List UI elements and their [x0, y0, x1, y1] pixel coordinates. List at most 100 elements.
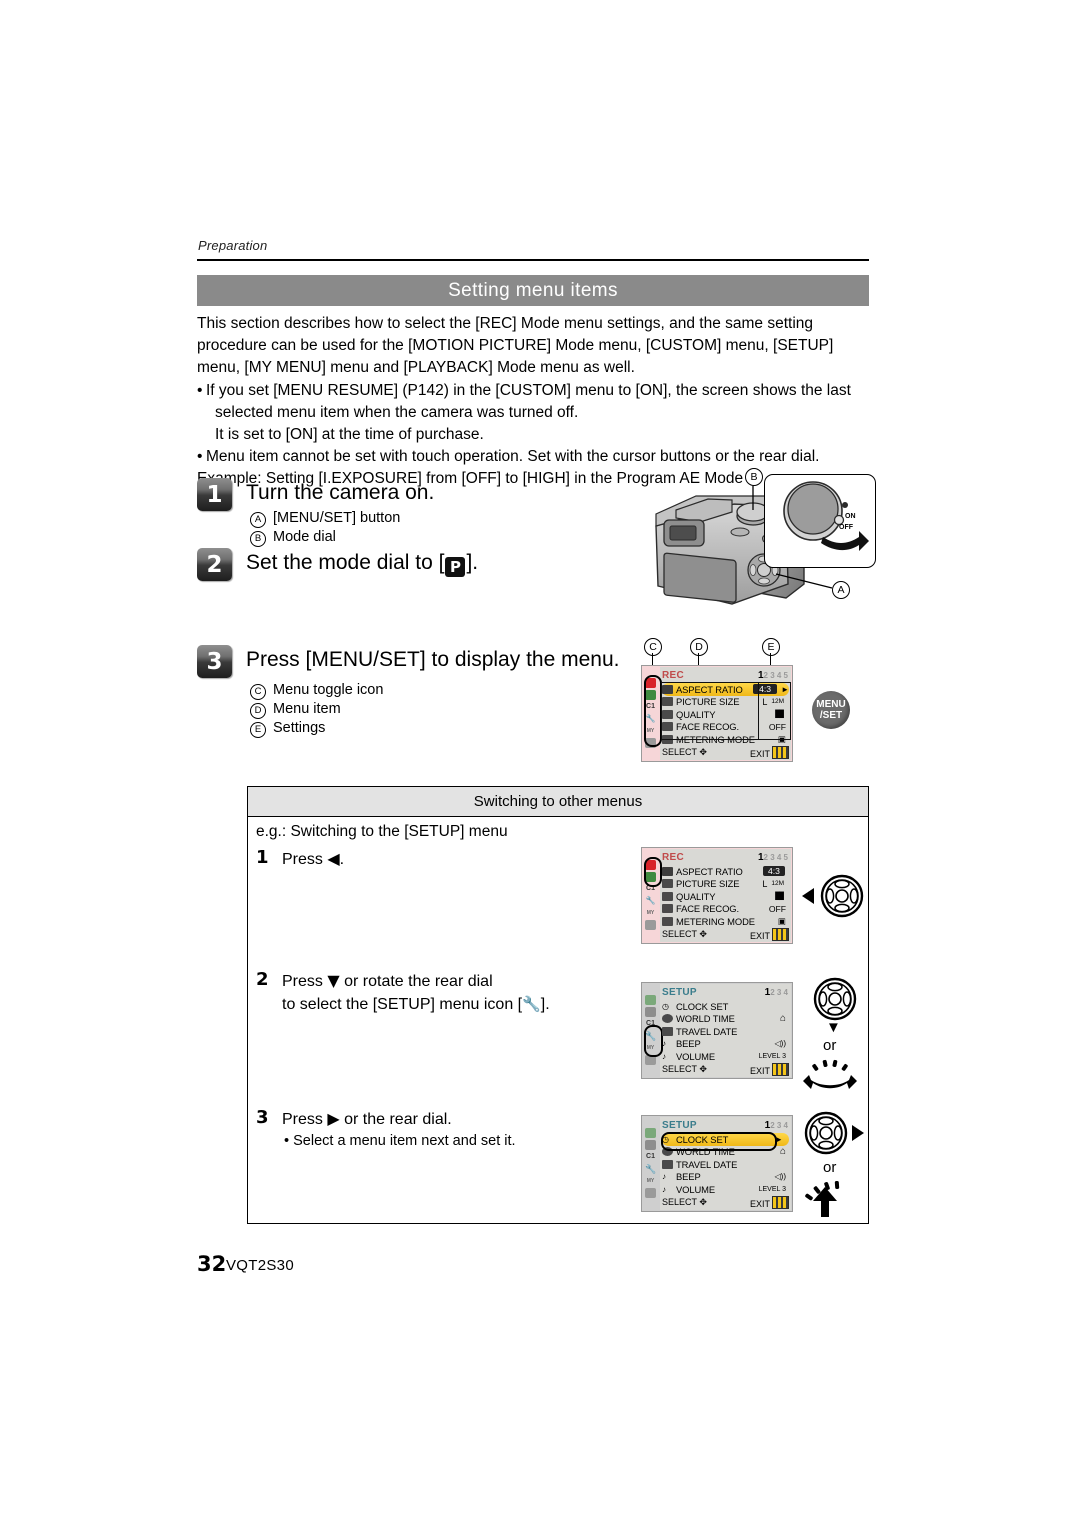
- menu-row-volume[interactable]: ♪ VOLUME LEVEL 3: [662, 1183, 789, 1196]
- right-arrow-icon: [852, 1125, 864, 1141]
- menu-row-quality[interactable]: QUALITY ██: [662, 890, 789, 903]
- box-step-3-text-before: Press: [282, 1111, 328, 1128]
- circle-letter-c-icon: C: [250, 684, 266, 700]
- exit-button-icon: [772, 1063, 789, 1076]
- exit-button-icon: [772, 928, 789, 941]
- menu-row-clock-set[interactable]: ◷ CLOCK SET: [662, 1000, 789, 1013]
- menu-row-label: QUALITY: [676, 890, 716, 902]
- screenshot-rec-after-left: C1 🔧 MY REC 12 3 4 5 ASPECT RATIO 4:3 PI…: [641, 847, 793, 944]
- box-step-2-line2-after: ].: [540, 996, 550, 1013]
- settings-divider: [758, 683, 760, 739]
- setup-wrench-icon: 🔧: [645, 1164, 657, 1174]
- select-label: SELECT: [662, 1064, 697, 1074]
- aspect-ratio-icon: [662, 866, 673, 876]
- beep-icon: ♪: [662, 1039, 666, 1049]
- bullet-1-line-3: It is set to [ON] at the time of purchas…: [215, 426, 484, 444]
- page-number: 32: [197, 1252, 227, 1276]
- page-rest: 2 3 4 5: [763, 671, 788, 680]
- menu-row-value-secondary: 12M: [771, 880, 784, 888]
- intro-block: This section describes how to select the…: [197, 313, 877, 491]
- menu-row-travel-date[interactable]: TRAVEL DATE: [662, 1158, 789, 1171]
- page-rest: 2 3 4: [770, 1121, 788, 1130]
- camera-callout-b: B: [745, 467, 763, 486]
- example-intro: e.g.: Switching to the [SETUP] menu: [256, 823, 508, 840]
- manual-page: Preparation Setting menu items This sect…: [0, 0, 1080, 1526]
- my-menu-icon: MY: [646, 1178, 655, 1184]
- menu-row-aspect-ratio[interactable]: ASPECT RATIO 4:3: [662, 865, 789, 878]
- box-step-1-text-after: .: [339, 851, 345, 868]
- rec-icon-highlight-oval: [644, 857, 662, 887]
- setup-icon-highlight-oval: [644, 1025, 663, 1057]
- bullet-dot: •: [197, 381, 203, 399]
- callout-d-label: Menu item: [273, 701, 341, 717]
- volume-icon: ♪: [662, 1051, 666, 1061]
- section-title: Setting menu items: [448, 279, 618, 301]
- menu-row-value: ◁)): [774, 1172, 786, 1182]
- chevron-right-icon: ►: [775, 1135, 783, 1144]
- menu-row-label: BEEP: [676, 1171, 701, 1183]
- rec-menu-footer: SELECT ✥ EXIT: [662, 746, 789, 759]
- power-on-label: ON: [845, 513, 856, 520]
- menu-row-label: WORLD TIME: [676, 1013, 735, 1025]
- callout-c-label: Menu toggle icon: [273, 682, 384, 698]
- clock-set-highlight-oval: [661, 1132, 777, 1151]
- menu-row-volume[interactable]: ♪ VOLUME LEVEL 3: [662, 1050, 789, 1063]
- exit-button-icon: [772, 1196, 789, 1209]
- box-step-1: 1 Press ◀.: [256, 847, 344, 871]
- box-step-3-text: Press ▶ or the rear dial.: [282, 1107, 516, 1131]
- screenshot-setup-selected: C1 🔧 MY SETUP 12 3 4 ◷ CLOCK SET WORLD T…: [641, 982, 793, 1079]
- menu-row-metering-mode[interactable]: METERING MODE ▣: [662, 915, 789, 928]
- select-label: SELECT: [662, 747, 697, 757]
- exit-label: EXIT: [749, 1066, 770, 1076]
- bullet-dot: •: [197, 448, 203, 466]
- dpad-small-icon: ✥: [699, 1064, 707, 1074]
- step-2: 2 Set the mode dial to [P].: [197, 548, 478, 581]
- callout-item-b: B Mode dial: [250, 528, 400, 547]
- rec-mode-icon: [645, 995, 656, 1005]
- page-rest: 2 3 4: [770, 988, 788, 997]
- circle-letter-a-icon: A: [832, 581, 850, 599]
- menu-row-label: BEEP: [676, 1038, 701, 1050]
- box-step-2-line2-before: to select the [SETUP] menu icon [: [282, 996, 523, 1013]
- exit-label: EXIT: [749, 931, 770, 941]
- step-3-callout-list: C Menu toggle icon D Menu item E Setting…: [250, 681, 383, 738]
- exit-button-icon: [772, 746, 789, 759]
- menu-title: REC: [662, 852, 685, 863]
- callout-b-label: Mode dial: [273, 529, 336, 545]
- box-step-3-note-text: Select a menu item next and set it.: [293, 1133, 516, 1149]
- rec-menu-header: REC 12 3 4 5: [662, 669, 788, 682]
- dpad-left-illustration: [800, 872, 866, 925]
- menu-row-picture-size[interactable]: PICTURE SIZE L 12M: [662, 878, 789, 891]
- callout-item-e: E Settings: [250, 719, 383, 738]
- menu-row-beep[interactable]: ♪ BEEP ◁)): [662, 1038, 789, 1051]
- menu-row-world-time[interactable]: WORLD TIME ⌂: [662, 1013, 789, 1026]
- suitcase-icon: [662, 1026, 673, 1036]
- box-step-1-text: Press ◀.: [282, 847, 344, 871]
- page-rest: 2 3 4 5: [763, 853, 788, 862]
- menu-row-face-recog[interactable]: FACE RECOG. OFF: [662, 903, 789, 916]
- menu-set-button-icon[interactable]: MENU /SET: [812, 691, 850, 729]
- program-ae-mode-icon: P: [445, 557, 466, 577]
- playback-icon: [645, 920, 656, 930]
- volume-icon: ♪: [662, 1184, 666, 1194]
- menu-row-value: ◁)): [774, 1039, 786, 1049]
- step-1-number: 1: [197, 478, 232, 511]
- power-off-label: OFF: [839, 524, 853, 531]
- rec-menu-screenshot: C1 🔧 MY REC 12 3 4 5 ASPECT RATIO 4:3 ► …: [641, 665, 793, 762]
- rec-menu-pagination: 12 3 4 5: [758, 670, 788, 681]
- box-step-3: 3 Press ▶ or the rear dial. • Select a m…: [256, 1107, 516, 1151]
- box-step-2-line-2: to select the [SETUP] menu icon [🔧].: [282, 993, 550, 1016]
- box-step-3-number: 3: [256, 1107, 269, 1128]
- rear-dial-rotate-icon: [799, 1059, 859, 1100]
- step-2-title: Set the mode dial to [P].: [246, 548, 478, 577]
- rec-menu-title: REC: [662, 670, 685, 681]
- dpad-small-icon: ✥: [699, 1197, 707, 1207]
- menu-row-travel-date[interactable]: TRAVEL DATE: [662, 1025, 789, 1038]
- motion-picture-icon: [645, 1140, 656, 1150]
- screenshot-setup-clockset: C1 🔧 MY SETUP 12 3 4 ◷ CLOCK SET WORLD T…: [641, 1115, 793, 1212]
- menu-row-beep[interactable]: ♪ BEEP ◁)): [662, 1171, 789, 1184]
- box-step-2-line1-after: or rotate the rear dial: [339, 973, 493, 990]
- menu-row-label: VOLUME: [676, 1183, 715, 1195]
- rear-dial-press-icon: [801, 1179, 859, 1224]
- menu-row-label: ASPECT RATIO: [676, 865, 743, 877]
